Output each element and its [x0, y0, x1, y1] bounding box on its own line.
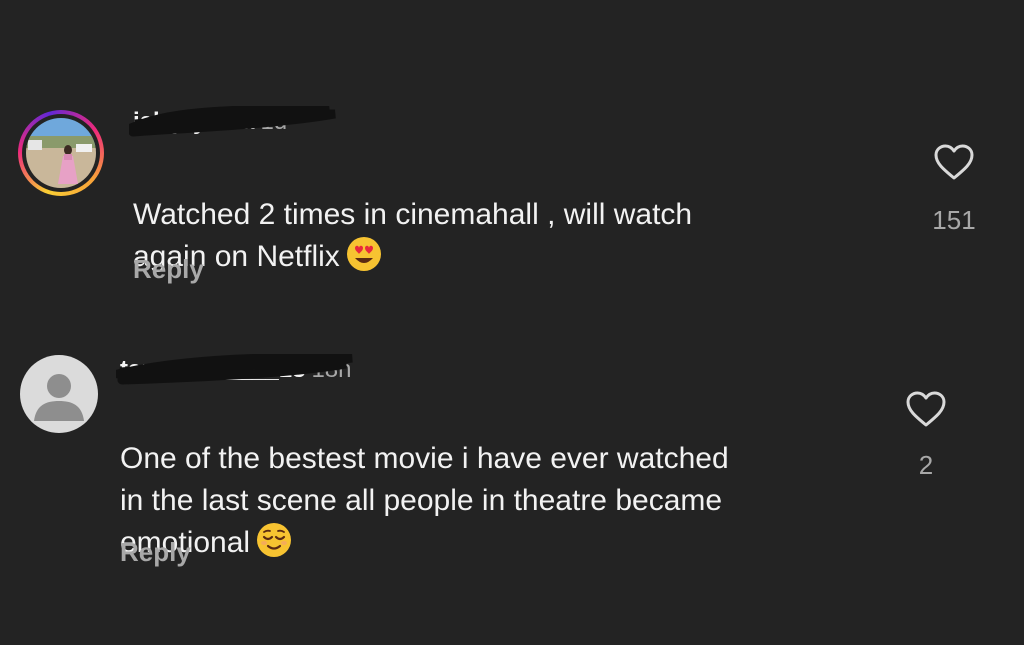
default-avatar[interactable]	[20, 355, 98, 433]
comment-header: tanushka____18 18h	[116, 354, 353, 385]
relieved-face-emoji	[257, 523, 292, 557]
username-link[interactable]: jal_jayeeta	[133, 108, 254, 136]
heart-eyes-emoji	[346, 237, 381, 271]
avatar-story-ring[interactable]	[18, 110, 104, 196]
like-button[interactable]	[905, 390, 947, 433]
reply-button[interactable]: Reply	[133, 254, 204, 285]
person-icon	[34, 374, 84, 421]
avatar	[26, 118, 96, 188]
like-button[interactable]	[933, 143, 975, 186]
heart-outline-icon	[906, 391, 946, 427]
like-count: 151	[932, 205, 976, 235]
reply-button[interactable]: Reply	[120, 537, 191, 568]
comment-text-content: Watched 2 times in cinemahall , will wat…	[133, 198, 693, 273]
comment-text: One of the bestest movie i have ever wat…	[120, 396, 729, 564]
comment-header: jal_jayeeta 1d	[129, 106, 336, 137]
comment-timestamp: 18h	[311, 356, 352, 383]
comment-text: Watched 2 times in cinemahall , will wat…	[133, 152, 692, 278]
comment-timestamp: 1d	[260, 108, 288, 135]
username-link[interactable]: tanushka____18	[120, 356, 305, 384]
heart-outline-icon	[934, 144, 974, 180]
like-count: 2	[918, 450, 934, 480]
comments-screen: jal_jayeeta 1d Watched 2 times in cinema…	[0, 0, 1024, 645]
comment-text-content: One of the bestest movie i have ever wat…	[120, 442, 729, 559]
